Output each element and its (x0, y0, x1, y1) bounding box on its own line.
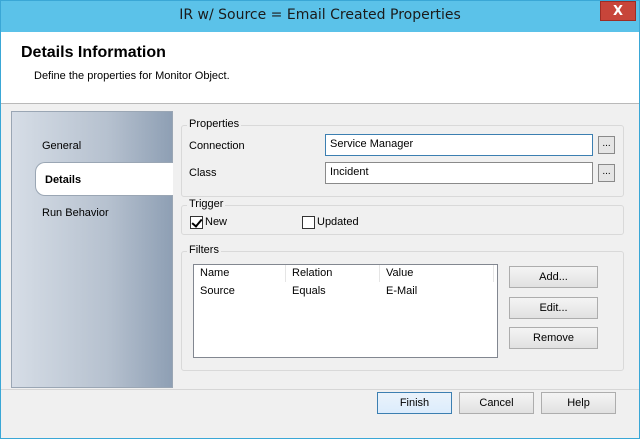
connection-label: Connection (189, 140, 245, 152)
sidebar-item-general[interactable]: General (42, 140, 81, 152)
new-checkbox[interactable] (190, 216, 203, 229)
class-label: Class (189, 167, 217, 179)
title-bar[interactable]: IR w/ Source = Email Created Properties … (1, 1, 639, 32)
trigger-group (181, 205, 624, 235)
sidebar-item-label: Details (45, 174, 82, 186)
edit-filter-button[interactable]: Edit... (509, 297, 598, 319)
class-browse-button[interactable]: ... (598, 164, 615, 182)
navigation-sidebar: General Details Run Behavior (11, 111, 173, 388)
details-panel: Properties Connection Service Manager ..… (174, 111, 638, 388)
class-field[interactable]: Incident (325, 162, 593, 184)
remove-filter-button[interactable]: Remove (509, 327, 598, 349)
help-button[interactable]: Help (541, 392, 616, 414)
footer-divider (1, 389, 639, 390)
finish-button[interactable]: Finish (377, 392, 452, 414)
sidebar-item-run-behavior[interactable]: Run Behavior (42, 207, 109, 219)
properties-group-label: Properties (187, 118, 242, 130)
sidebar-item-details[interactable]: Details (35, 162, 173, 196)
connection-field[interactable]: Service Manager (325, 134, 593, 156)
properties-dialog: IR w/ Source = Email Created Properties … (0, 0, 640, 439)
updated-checkbox[interactable] (302, 216, 315, 229)
filters-list[interactable]: Name Relation Value Source Equals E-Mail (193, 264, 498, 358)
close-button[interactable]: X (600, 1, 636, 21)
column-header-name[interactable]: Name (194, 265, 286, 282)
add-filter-button[interactable]: Add... (509, 266, 598, 288)
close-icon: X (612, 3, 624, 19)
connection-browse-button[interactable]: ... (598, 136, 615, 154)
column-header-value[interactable]: Value (380, 265, 494, 282)
trigger-group-label: Trigger (187, 198, 226, 210)
column-header-relation[interactable]: Relation (286, 265, 380, 282)
updated-checkbox-label[interactable]: Updated (317, 216, 359, 228)
filters-group-label: Filters (187, 244, 221, 256)
filter-row-name[interactable]: Source (194, 285, 241, 297)
new-checkbox-label[interactable]: New (205, 216, 227, 228)
page-title: Details Information (21, 44, 166, 61)
window-title: IR w/ Source = Email Created Properties (179, 7, 461, 23)
filter-row-value[interactable]: E-Mail (380, 285, 423, 297)
page-subtitle: Define the properties for Monitor Object… (34, 70, 230, 82)
page-header: Details Information Define the propertie… (1, 32, 639, 104)
filter-row-relation[interactable]: Equals (286, 285, 332, 297)
cancel-button[interactable]: Cancel (459, 392, 534, 414)
